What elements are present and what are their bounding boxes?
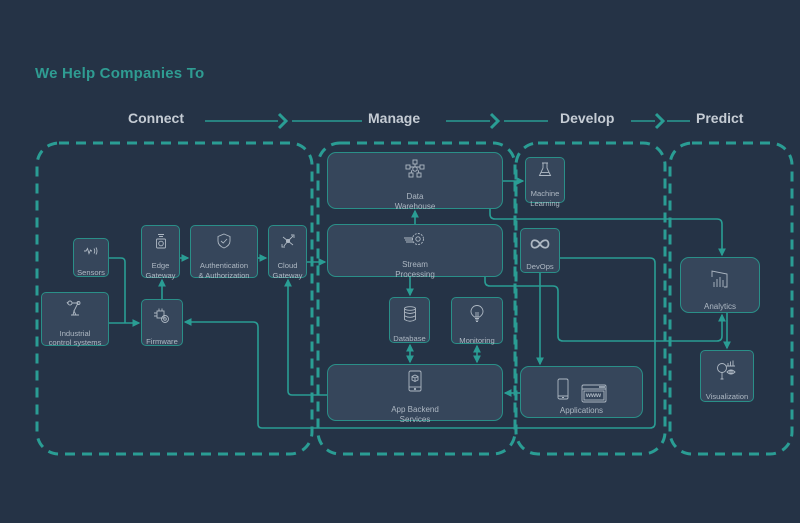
node-cloud-gateway[interactable]: Cloud Gateway [268,223,307,280]
flask-icon [538,152,552,186]
node-analytics[interactable]: Analytics [680,257,760,313]
node-label: Industrial control systems [48,328,102,348]
router-icon [155,223,167,258]
node-sensors[interactable]: Sensors [73,238,109,277]
node-stream-processing[interactable]: Stream Processing [327,221,503,279]
node-devops[interactable]: DevOps [520,228,560,273]
node-label: Sensors [77,267,105,277]
node-database[interactable]: Database [389,297,430,343]
chip-gear-icon [153,299,171,334]
node-industrial-control-systems[interactable]: Industrial control systems [41,291,109,348]
network-hub-icon [280,223,296,258]
robot-arm-icon [66,291,84,326]
www-text: www [585,392,602,399]
database-icon [403,296,417,331]
sensor-wave-icon [83,238,99,265]
node-label: Visualization [705,392,749,402]
node-label: Stream Processing [395,260,435,279]
node-data-warehouse[interactable]: Data Warehouse [327,149,503,211]
chevron-right-icon [277,112,289,130]
bar-chart-icon [710,259,730,299]
node-label: Firmware [146,336,178,346]
node-label: App Backend Services [391,405,439,424]
node-label: Database [393,334,426,344]
node-label: Data Warehouse [394,192,436,211]
shield-check-icon [216,223,232,258]
lightbulb-icon [470,296,484,333]
gear-stream-icon [403,221,427,257]
node-edge-gateway[interactable]: Edge Gateway [141,223,180,280]
node-firmware[interactable]: Firmware [141,299,183,346]
node-label: Analytics [703,301,736,311]
connector-backend-cloud [284,278,327,396]
node-machine-learning[interactable]: Machine Learning [525,157,565,208]
node-label: Authentication & Authorization [198,261,250,280]
node-monitoring[interactable]: Monitoring [451,296,503,345]
node-label: DevOps [526,261,554,271]
connector-sensors-firmware [109,257,126,323]
node-label: Monitoring [459,335,495,345]
mobile-cube-icon [408,360,422,402]
node-applications[interactable]: www Applications [520,366,643,418]
infinity-icon [530,230,550,259]
node-label: Edge Gateway [145,261,176,280]
data-network-icon [404,149,426,189]
node-authentication-authorization[interactable]: Authentication & Authorization [190,223,258,280]
chevron-right-icon [654,112,666,130]
magnifier-chart-eye-icon [716,350,738,389]
node-label: Machine Learning [530,189,560,208]
node-label: Cloud Gateway [272,261,303,280]
smartphone-icon [557,368,569,403]
browser-www-icon: www [581,383,607,403]
node-label: Applications [559,406,604,415]
node-visualization[interactable]: Visualization [700,350,754,402]
chevron-right-icon [489,112,501,130]
node-app-backend-services[interactable]: App Backend Services [327,364,503,424]
